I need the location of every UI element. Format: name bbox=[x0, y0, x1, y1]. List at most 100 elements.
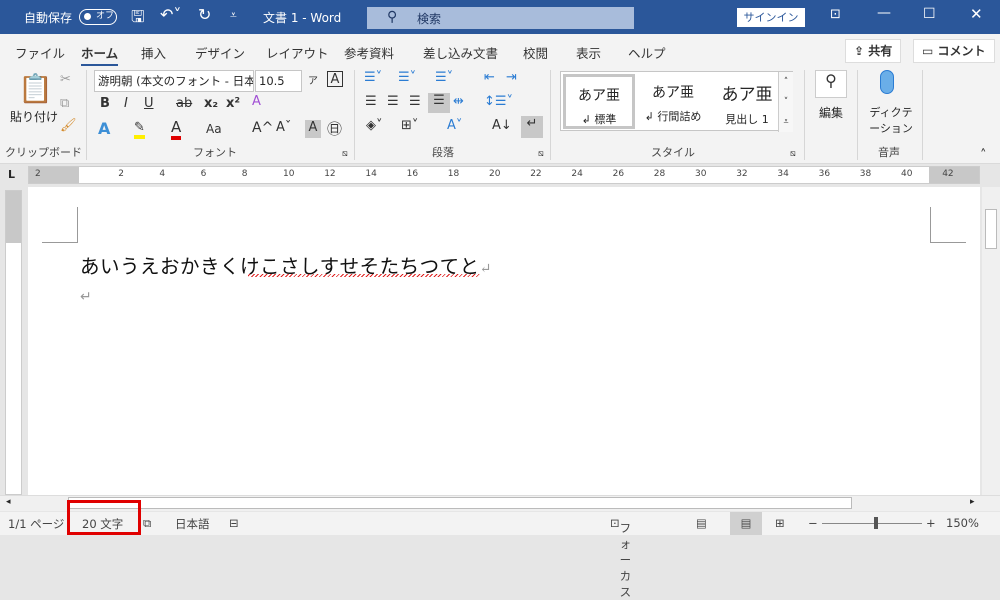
change-case-button[interactable]: Aa bbox=[206, 122, 222, 136]
tab-file[interactable]: ファイル bbox=[15, 43, 65, 62]
signin-button[interactable]: サインイン bbox=[737, 8, 805, 27]
font-group-label: フォント bbox=[193, 146, 237, 159]
editing-button[interactable]: 編集 bbox=[819, 104, 843, 121]
style-heading-1[interactable]: あア亜 見出し 1 bbox=[711, 74, 783, 129]
subscript-button[interactable]: x₂ bbox=[204, 96, 218, 111]
focus-button[interactable]: ⊡ フォーカス bbox=[610, 516, 631, 599]
highlight-icon[interactable]: ✎ bbox=[134, 120, 145, 139]
strikethrough-button[interactable]: ab bbox=[176, 96, 192, 111]
horizontal-scrollbar[interactable]: ◂ ▸ bbox=[0, 495, 1000, 511]
page-count[interactable]: 1/1 ページ bbox=[8, 516, 64, 532]
proofing-icon[interactable]: ⧉ bbox=[143, 516, 151, 531]
comment-button[interactable]: ▭ コメント bbox=[913, 39, 995, 63]
distributed-icon[interactable]: ⇹ bbox=[453, 94, 464, 109]
zoom-in-button[interactable]: + bbox=[926, 516, 936, 530]
bold-button[interactable]: B bbox=[100, 96, 110, 111]
tab-insert[interactable]: 挿入 bbox=[141, 43, 166, 62]
print-layout-icon[interactable]: ▤ bbox=[730, 512, 762, 535]
tab-design[interactable]: デザイン bbox=[195, 43, 245, 62]
borders-icon[interactable]: ⊞˅ bbox=[401, 118, 418, 133]
paste-icon[interactable]: 📋 bbox=[18, 72, 53, 105]
zoom-slider[interactable] bbox=[822, 523, 922, 524]
align-left-icon[interactable]: ☰ bbox=[365, 94, 377, 109]
char-spacing-icon[interactable]: A˅ bbox=[447, 118, 462, 133]
line-spacing-icon[interactable]: ↕☰˅ bbox=[484, 94, 513, 109]
accessibility-icon[interactable]: ⊟ bbox=[229, 516, 239, 530]
dictate-button[interactable]: ディクテーション bbox=[866, 104, 916, 136]
font-size-select[interactable]: 10.5 bbox=[255, 70, 302, 92]
tab-selector-icon[interactable]: L bbox=[8, 168, 15, 181]
save-icon[interactable]: 🖫 bbox=[131, 6, 145, 33]
tab-mailings[interactable]: 差し込み文書 bbox=[423, 43, 498, 62]
vertical-scrollbar[interactable] bbox=[982, 187, 1000, 495]
tab-home[interactable]: ホーム bbox=[81, 43, 119, 67]
format-painter-icon[interactable]: 🖌 bbox=[60, 118, 77, 133]
italic-button[interactable]: I bbox=[124, 96, 128, 111]
customize-qat-icon[interactable]: ⩡ bbox=[230, 8, 237, 23]
text-effects-icon[interactable]: A bbox=[98, 119, 110, 138]
char-shading-icon[interactable]: A bbox=[305, 120, 321, 138]
redo-icon[interactable]: ↻ bbox=[198, 5, 211, 24]
bullets-icon[interactable]: ☰˅ bbox=[364, 70, 382, 85]
shrink-font-button[interactable]: Aˇ bbox=[276, 120, 291, 135]
decrease-indent-icon[interactable]: ⇤ bbox=[484, 70, 495, 85]
ruler-number: 26 bbox=[612, 169, 625, 179]
search-box[interactable]: ⚲ 検索 bbox=[367, 7, 634, 29]
search-placeholder: 検索 bbox=[417, 12, 442, 26]
shading-icon[interactable]: ◈˅ bbox=[366, 118, 383, 133]
ruler-number: 40 bbox=[901, 169, 913, 179]
collapse-ribbon-icon[interactable]: ˄ bbox=[980, 148, 987, 163]
paragraph-dialog-launcher-icon[interactable]: ⧅ bbox=[538, 149, 544, 159]
align-right-icon[interactable]: ☰ bbox=[409, 94, 421, 109]
ruler-number: 4 bbox=[159, 169, 166, 179]
font-color-icon[interactable]: A bbox=[171, 118, 182, 140]
style-no-spacing[interactable]: あア亜 ↲ 行間詰め bbox=[637, 74, 709, 129]
tab-layout[interactable]: レイアウト bbox=[266, 43, 329, 62]
ribbon-display-icon[interactable]: ⊡ bbox=[830, 7, 841, 22]
share-button[interactable]: ⇪ 共有 bbox=[845, 39, 902, 63]
enclose-char-icon[interactable]: ㊐ bbox=[327, 118, 342, 139]
font-dialog-launcher-icon[interactable]: ⧅ bbox=[342, 149, 348, 159]
underline-button[interactable]: U bbox=[144, 96, 154, 111]
show-marks-icon[interactable]: ↵ bbox=[521, 116, 543, 138]
find-icon[interactable]: ⚲ bbox=[815, 70, 847, 98]
tab-references[interactable]: 参考資料 bbox=[344, 43, 394, 62]
minimize-icon[interactable]: — bbox=[877, 5, 891, 21]
autosave-toggle[interactable]: オフ bbox=[79, 9, 117, 25]
increase-indent-icon[interactable]: ⇥ bbox=[506, 70, 517, 85]
undo-icon[interactable]: ↶˅ bbox=[160, 5, 181, 24]
document-page[interactable] bbox=[28, 187, 980, 495]
superscript-button[interactable]: x² bbox=[226, 96, 240, 111]
tab-view[interactable]: 表示 bbox=[576, 43, 601, 62]
multilevel-list-icon[interactable]: ☰˅ bbox=[435, 70, 453, 85]
sort-icon[interactable]: A↓ bbox=[492, 118, 512, 133]
styles-scroll-buttons[interactable]: ˄ ˅ ⩡ bbox=[778, 72, 793, 132]
ruler-number: 12 bbox=[324, 169, 336, 179]
tab-review[interactable]: 校閲 bbox=[523, 43, 548, 62]
clear-formatting-icon[interactable]: A bbox=[252, 94, 261, 109]
font-name-select[interactable]: 游明朝 (本文のフォント - 日本 bbox=[94, 70, 254, 92]
read-mode-icon[interactable]: ▤ bbox=[696, 516, 707, 530]
close-icon[interactable]: ✕ bbox=[970, 5, 983, 23]
ribbon: 📋 貼り付け ✂ ⧉ 🖌 クリップボード 游明朝 (本文のフォント - 日本 1… bbox=[0, 66, 1000, 164]
phonetic-guide-icon[interactable]: ア bbox=[308, 72, 318, 87]
maximize-icon[interactable]: ☐ bbox=[923, 6, 936, 22]
char-border-icon[interactable]: A bbox=[327, 71, 343, 87]
cut-icon[interactable]: ✂ bbox=[60, 72, 71, 87]
vertical-ruler[interactable] bbox=[5, 190, 22, 495]
copy-icon[interactable]: ⧉ bbox=[60, 96, 69, 111]
language[interactable]: 日本語 bbox=[175, 516, 210, 532]
align-center-icon[interactable]: ☰ bbox=[387, 94, 399, 109]
horizontal-ruler[interactable]: 2 2 4 6 8 10 12 14 16 18 20 22 24 26 28 30 32 34 36 38 40 42 bbox=[28, 166, 980, 184]
styles-dialog-launcher-icon[interactable]: ⧅ bbox=[790, 149, 796, 159]
style-normal[interactable]: あア亜 ↲ 標準 bbox=[563, 74, 635, 129]
zoom-level[interactable]: 150% bbox=[946, 516, 979, 530]
paste-button[interactable]: 貼り付け bbox=[10, 108, 58, 125]
numbering-icon[interactable]: ☰˅ bbox=[398, 70, 416, 85]
tab-help[interactable]: ヘルプ bbox=[628, 43, 666, 62]
grow-font-button[interactable]: A^ bbox=[252, 120, 273, 136]
zoom-out-button[interactable]: − bbox=[808, 516, 818, 530]
web-layout-icon[interactable]: ⊞ bbox=[775, 516, 785, 530]
justify-icon[interactable]: ☰ bbox=[428, 93, 450, 113]
zoom-slider-thumb[interactable] bbox=[874, 517, 878, 529]
